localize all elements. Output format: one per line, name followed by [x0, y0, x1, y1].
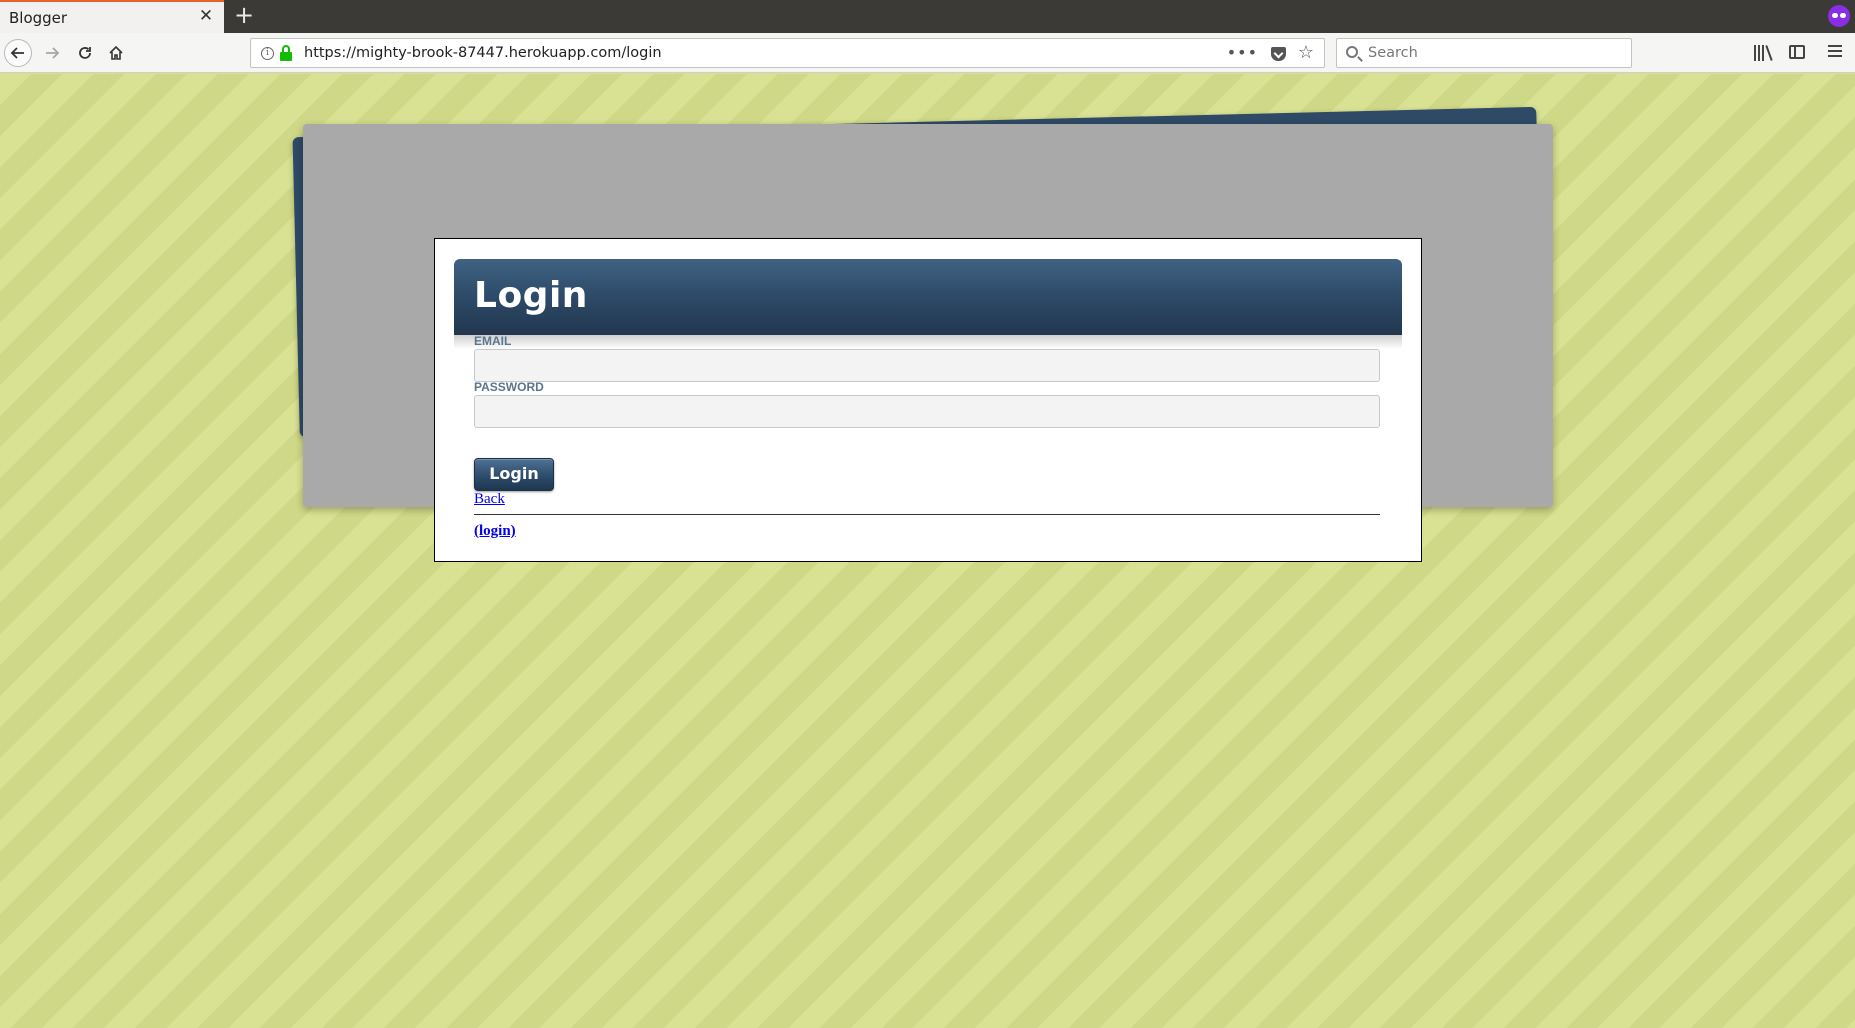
page-background: Login EMAIL PASSWORD Login Back (login)	[0, 74, 1855, 1028]
tab-blogger[interactable]: Blogger ✕	[0, 0, 224, 33]
lock-icon[interactable]	[279, 45, 293, 61]
address-bar[interactable]: i https://mighty-brook-87447.herokuapp.c…	[250, 38, 1325, 68]
password-label: PASSWORD	[474, 380, 544, 394]
password-field[interactable]	[474, 395, 1380, 428]
new-tab-button[interactable]: +	[232, 3, 256, 28]
search-icon	[1346, 46, 1358, 58]
home-icon	[109, 45, 123, 60]
page-actions-icon[interactable]: •••	[1227, 43, 1258, 62]
header-shadow	[454, 335, 1402, 349]
forward-arrow-icon	[46, 47, 60, 59]
back-link[interactable]: Back	[474, 491, 505, 508]
tab-title: Blogger	[9, 9, 68, 27]
menu-icon[interactable]	[1828, 45, 1844, 59]
login-container: Login EMAIL PASSWORD Login Back (login)	[434, 238, 1422, 562]
search-placeholder: Search	[1368, 45, 1418, 61]
email-label: EMAIL	[474, 334, 512, 348]
home-button[interactable]	[102, 39, 130, 67]
star-icon[interactable]: ☆	[1298, 42, 1314, 63]
page-title: Login	[474, 275, 588, 316]
close-icon[interactable]: ✕	[198, 8, 214, 25]
page-header: Login	[454, 259, 1402, 335]
back-button[interactable]	[4, 39, 32, 67]
info-icon[interactable]: i	[261, 47, 274, 60]
email-field[interactable]	[474, 349, 1380, 382]
tab-strip: Blogger ✕ +	[0, 0, 1855, 33]
private-browsing-icon	[1828, 5, 1850, 27]
pocket-icon[interactable]	[1271, 47, 1286, 61]
back-arrow-icon	[10, 47, 24, 59]
forward-button[interactable]	[38, 39, 66, 67]
search-bar[interactable]: Search	[1336, 38, 1632, 68]
library-icon[interactable]	[1754, 43, 1774, 61]
reload-icon	[79, 47, 91, 59]
url-text[interactable]: https://mighty-brook-87447.herokuapp.com…	[304, 45, 662, 61]
reload-button[interactable]	[71, 39, 99, 67]
navigation-toolbar: i https://mighty-brook-87447.herokuapp.c…	[0, 33, 1855, 73]
login-button[interactable]: Login	[474, 458, 554, 491]
sidebar-icon[interactable]	[1789, 45, 1805, 59]
divider	[474, 514, 1380, 515]
login-link[interactable]: (login)	[474, 523, 516, 540]
